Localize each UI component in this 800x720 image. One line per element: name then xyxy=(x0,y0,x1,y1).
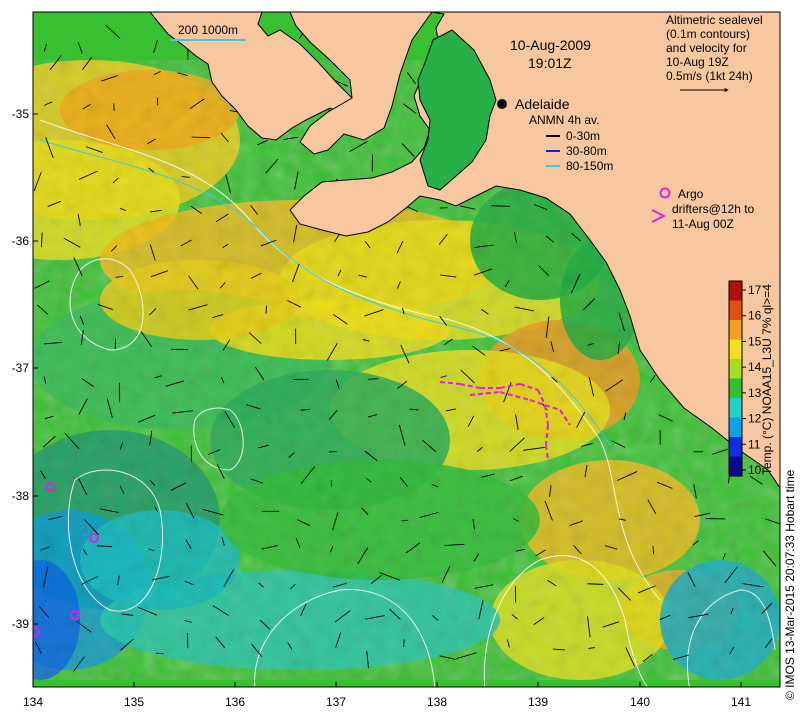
colorbar-tick-1: 11 xyxy=(748,437,761,451)
y-tick-1: -36 xyxy=(12,234,30,248)
colorbar-title: Temp. (°C) NOAA15_L3U 7% ql>=4 xyxy=(760,284,774,475)
y-tick-0: -35 xyxy=(12,107,30,121)
colorbar-swatch-7 xyxy=(729,417,742,438)
velocity-vector-260 xyxy=(328,451,337,453)
colorbar-swatch-9 xyxy=(729,456,742,477)
velocity-vector-67 xyxy=(191,136,211,139)
anmn-title: ANMN 4h av. xyxy=(529,113,599,127)
velocity-vector-238 xyxy=(300,409,310,411)
y-tick-2: -37 xyxy=(12,361,30,375)
x-tick-7: 141 xyxy=(731,695,751,709)
colorbar-swatch-0 xyxy=(729,281,742,301)
colorbar-swatch-8 xyxy=(729,437,742,457)
map-date: 10-Aug-2009 xyxy=(510,37,591,53)
sst-patch-19 xyxy=(660,560,780,680)
velocity-vector-332 xyxy=(652,546,655,555)
x-tick-1: 135 xyxy=(124,695,144,709)
colorbar-swatch-3 xyxy=(729,339,742,360)
alt-line-2: (0.1m contours) xyxy=(666,27,750,41)
alt-line-4: 10-Aug 19Z xyxy=(666,55,729,69)
map-time: 19:01Z xyxy=(528,55,572,71)
colorbar-swatch-1 xyxy=(729,300,742,321)
credit-text: © IMOS 13-Mar-2015 20:07:33 Hobart time xyxy=(783,469,797,700)
scale-bar-label: 200 1000m xyxy=(178,23,238,37)
sst-patch-21 xyxy=(100,260,300,340)
drifters-line-1: drifters@12h to xyxy=(672,202,755,216)
x-tick-0: 134 xyxy=(23,695,43,709)
anmn-item-1: 30-80m xyxy=(566,144,607,158)
colorbar-swatch-6 xyxy=(729,398,742,418)
anmn-item-2: 80-150m xyxy=(566,159,613,173)
colorbar-swatch-2 xyxy=(729,320,742,340)
x-tick-4: 138 xyxy=(427,695,447,709)
sst-patch-22 xyxy=(220,460,540,580)
drifters-line-2: 11-Aug 00Z xyxy=(672,217,734,231)
y-tick-3: -38 xyxy=(12,489,30,503)
alt-line-1: Altimetric sealevel xyxy=(666,13,763,27)
y-tick-4: -39 xyxy=(12,617,30,631)
alt-line-3: and velocity for xyxy=(666,41,747,55)
velocity-vector-118 xyxy=(491,205,511,207)
argo-label: Argo xyxy=(678,187,704,201)
x-tick-2: 136 xyxy=(225,695,245,709)
alt-line-5: 0.5m/s (1kt 24h) xyxy=(666,69,753,83)
x-tick-6: 140 xyxy=(630,695,650,709)
x-tick-5: 139 xyxy=(528,695,548,709)
velocity-vector-219 xyxy=(368,378,379,380)
colorbar-swatch-4 xyxy=(729,359,742,379)
sst-map: 134 135 136 137 138 139 140 141 -35 -36 -37 -38 -39… xyxy=(12,11,797,709)
sst-field xyxy=(33,12,780,687)
colorbar-swatch-5 xyxy=(729,378,742,399)
adelaide-label: Adelaide xyxy=(515,96,570,112)
sst-patch-7 xyxy=(520,460,700,580)
velocity-vector-351 xyxy=(587,583,604,585)
x-tick-3: 137 xyxy=(326,695,346,709)
anmn-item-0: 0-30m xyxy=(566,129,600,143)
